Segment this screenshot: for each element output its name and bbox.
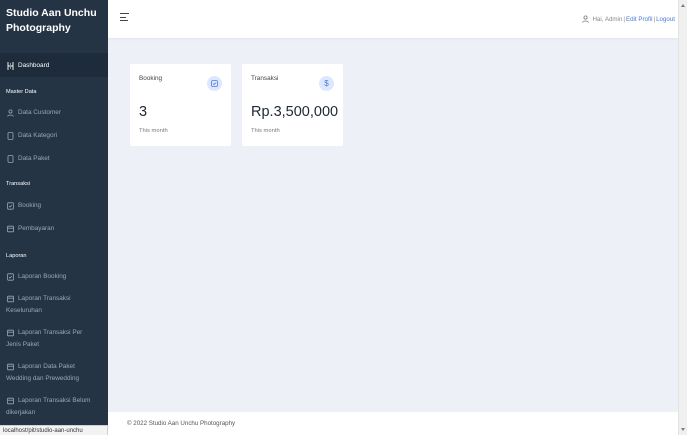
sidebar-item-label: Booking [18, 202, 42, 209]
sidebar-item-label: Dashboard [18, 62, 50, 69]
sidebar-item-label-cont: dikerjakan [6, 409, 36, 416]
brand-logo[interactable]: Studio Aan Unchu Photography [0, 0, 108, 53]
card-value: 3 [139, 104, 148, 120]
sidebar-item-booking[interactable]: Booking [0, 201, 108, 210]
sidebar-item-pembayaran[interactable]: Pembayaran [0, 224, 108, 233]
sidebar-item-dashboard[interactable]: Dashboard [0, 61, 108, 70]
sidebar-item-label: Data Paket [18, 155, 50, 162]
card-subtitle: This month [139, 128, 168, 134]
sidebar-item-label: Pembayaran [18, 225, 55, 232]
card-title: Booking [139, 75, 163, 82]
sidebar-item-label: Laporan Transaksi [18, 295, 71, 302]
logout-link[interactable]: Logout [656, 16, 675, 23]
user-icon [582, 15, 590, 23]
sidebar-item-data-customer[interactable]: Data Customer [0, 108, 108, 117]
sidebar: Studio Aan Unchu Photography Dashboard M… [0, 0, 108, 435]
check-square-icon [207, 76, 222, 91]
menu-toggle-icon[interactable] [120, 13, 130, 23]
sidebar-item-label-cont: Jenis Paket [6, 341, 40, 348]
section-laporan: Laporan [6, 253, 27, 259]
scroll-up-arrow-icon[interactable] [681, 4, 685, 7]
brand-line-1: Studio Aan Unchu [6, 7, 97, 19]
status-bar-url: localhost/pit/studio-aan-unchu [0, 425, 108, 435]
sidebar-item-laporan-transaksi[interactable]: Laporan Transaksi Keseluruhan [0, 294, 108, 315]
sidebar-item-label: Data Customer [18, 109, 61, 116]
footer-copyright: © 2022 Studio Aan Unchu Photography [127, 420, 236, 427]
sidebar-item-laporan-data-paket[interactable]: Laporan Data Paket Wedding dan Preweddin… [0, 362, 108, 383]
check-square-icon [6, 201, 14, 210]
sidebar-item-label-cont: Keseluruhan [6, 307, 42, 314]
credit-card-icon [6, 294, 14, 303]
sidebar-item-data-kategori[interactable]: Data Kategori [0, 131, 108, 140]
sidebar-item-laporan-booking[interactable]: Laporan Booking [0, 272, 108, 281]
scroll-down-arrow-icon[interactable] [681, 428, 685, 431]
separator: | [623, 15, 625, 23]
sidebar-item-laporan-per-paket[interactable]: Laporan Transaksi Per Jenis Paket [0, 328, 108, 349]
sidebar-item-data-paket[interactable]: Data Paket [0, 154, 108, 163]
user-icon [6, 108, 14, 117]
sidebar-item-label: Laporan Transaksi Belum [18, 397, 91, 404]
file-icon [6, 131, 14, 140]
greeting-text: Hai, Admin [592, 15, 623, 23]
section-transaksi: Transaksi [6, 181, 31, 187]
topbar: Hai, Admin | Edit Profil | Logout [108, 0, 678, 38]
user-area: Hai, Admin | Edit Profil | Logout [582, 15, 675, 23]
card-value: Rp.3,500,000 [251, 104, 339, 120]
file-icon [6, 154, 14, 163]
dollar-icon: $ [319, 76, 334, 91]
check-square-icon [6, 272, 14, 281]
brand-line-2: Photography [6, 22, 71, 34]
booking-card: Booking 3 This month [130, 64, 231, 146]
edit-profile-link[interactable]: Edit Profil [626, 16, 652, 23]
sidebar-item-label: Laporan Data Paket [18, 363, 75, 370]
separator: | [653, 15, 656, 23]
sidebar-item-label: Data Kategori [18, 132, 58, 139]
credit-card-icon [6, 224, 14, 233]
page-scrollbar[interactable] [678, 0, 687, 435]
sidebar-item-label: Laporan Transaksi Per [18, 329, 83, 336]
sidebar-item-label: Laporan Booking [18, 273, 67, 280]
sidebar-item-laporan-belum[interactable]: Laporan Transaksi Belum dikerjakan [0, 396, 108, 417]
dashboard-icon [6, 61, 14, 70]
transaksi-card: Transaksi $ Rp.3,500,000 This month [242, 64, 343, 146]
credit-card-icon [6, 396, 14, 405]
credit-card-icon [6, 328, 14, 337]
card-title: Transaksi [251, 75, 279, 82]
sidebar-item-label-cont: Wedding dan Prewedding [6, 375, 80, 382]
credit-card-icon [6, 362, 14, 371]
footer: © 2022 Studio Aan Unchu Photography [108, 412, 678, 435]
section-master-data: Master Data [6, 89, 37, 95]
card-subtitle: This month [251, 128, 280, 134]
